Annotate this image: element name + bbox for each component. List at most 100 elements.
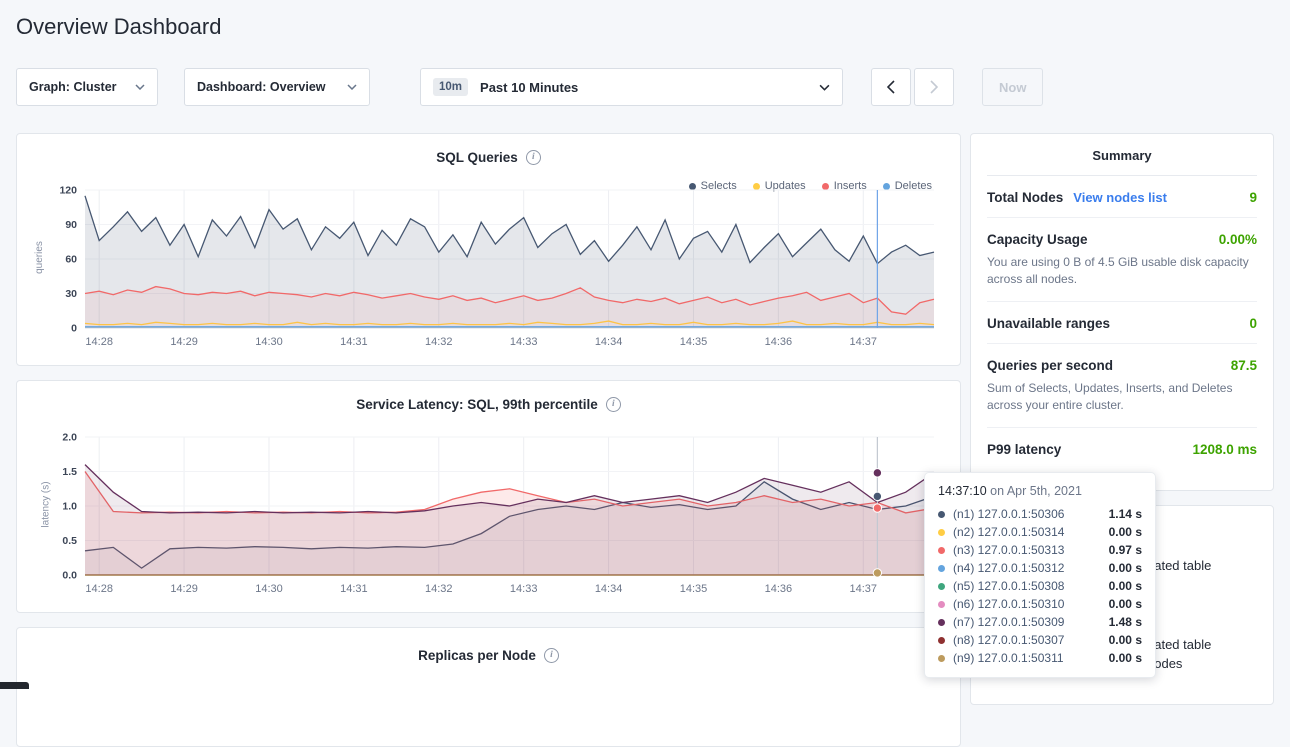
node-color-dot-icon (938, 583, 945, 590)
capacity-usage-label: Capacity Usage (987, 232, 1088, 247)
tooltip-node-label: (n2) 127.0.0.1:50314 (953, 525, 1064, 539)
info-icon[interactable]: i (526, 150, 541, 165)
svg-text:14:33: 14:33 (510, 583, 538, 595)
tooltip-node-value: 1.48 s (1109, 615, 1142, 629)
tooltip-node-label: (n9) 127.0.0.1:50311 (953, 651, 1064, 665)
node-color-dot-icon (938, 565, 945, 572)
svg-text:14:32: 14:32 (425, 583, 453, 595)
node-color-dot-icon (938, 601, 945, 608)
time-range-badge: 10m (433, 78, 468, 96)
previous-time-button[interactable] (871, 68, 911, 106)
svg-text:14:36: 14:36 (765, 583, 793, 595)
queries-per-second-description: Sum of Selects, Updates, Inserts, and De… (987, 380, 1257, 415)
capacity-usage-value: 0.00% (1219, 232, 1257, 247)
chevron-down-icon (347, 84, 357, 90)
p99-latency-label: P99 latency (987, 442, 1061, 457)
service-latency-title: Service Latency: SQL, 99th percentile (356, 397, 598, 412)
queries-per-second-value: 87.5 (1231, 358, 1257, 373)
chevron-down-icon (135, 84, 145, 90)
time-range-label: Past 10 Minutes (480, 80, 809, 95)
svg-text:1.5: 1.5 (62, 466, 77, 478)
svg-text:30: 30 (65, 288, 77, 300)
tooltip-node-row: (n2) 127.0.0.1:503140.00 s (938, 523, 1142, 541)
info-icon[interactable]: i (544, 648, 559, 663)
svg-text:14:30: 14:30 (255, 583, 283, 595)
svg-text:14:29: 14:29 (170, 583, 198, 595)
tooltip-node-value: 0.00 s (1109, 651, 1142, 665)
svg-text:14:30: 14:30 (255, 336, 283, 348)
tooltip-node-label: (n1) 127.0.0.1:50306 (953, 507, 1064, 521)
info-icon[interactable]: i (606, 397, 621, 412)
tooltip-node-label: (n6) 127.0.0.1:50310 (953, 597, 1064, 611)
tooltip-node-label: (n8) 127.0.0.1:50307 (953, 633, 1064, 647)
tooltip-node-row: (n9) 127.0.0.1:50311 0.00 s (938, 649, 1142, 667)
tooltip-node-value: 0.97 s (1109, 543, 1142, 557)
svg-text:14:34: 14:34 (595, 583, 623, 595)
svg-text:0: 0 (71, 323, 77, 335)
svg-text:2.0: 2.0 (62, 432, 77, 444)
graph-cluster-dropdown[interactable]: Graph: Cluster (16, 68, 158, 106)
unavailable-ranges-label: Unavailable ranges (987, 316, 1110, 331)
svg-text:1.0: 1.0 (62, 501, 77, 513)
view-nodes-list-link[interactable]: View nodes list (1073, 190, 1167, 205)
tooltip-node-row: (n1) 127.0.0.1:50306 1.14 s (938, 505, 1142, 523)
summary-title: Summary (987, 134, 1257, 176)
p99-latency-value: 1208.0 ms (1192, 442, 1257, 457)
next-time-button[interactable] (914, 68, 954, 106)
page-title: Overview Dashboard (16, 14, 221, 40)
time-step-buttons (871, 68, 954, 106)
graph-dropdown-label: Graph: Cluster (29, 80, 117, 94)
replicas-per-node-title: Replicas per Node (418, 648, 536, 663)
chevron-down-icon (819, 84, 830, 91)
svg-text:14:34: 14:34 (595, 336, 623, 348)
svg-text:0.5: 0.5 (62, 535, 77, 547)
node-color-dot-icon (938, 529, 945, 536)
time-range-dropdown[interactable]: 10m Past 10 Minutes (420, 68, 843, 106)
node-color-dot-icon (938, 619, 945, 626)
svg-text:14:37: 14:37 (850, 583, 878, 595)
node-color-dot-icon (938, 511, 945, 518)
node-color-dot-icon (938, 637, 945, 644)
sql-queries-chart[interactable]: 14:2814:2914:3014:3114:3214:3314:3414:35… (27, 182, 952, 354)
tooltip-node-row: (n4) 127.0.0.1:50312 0.00 s (938, 559, 1142, 577)
tooltip-node-label: (n3) 127.0.0.1:50313 (953, 543, 1064, 557)
summary-panel: Summary Total Nodes View nodes list 9 Ca… (970, 133, 1274, 491)
tooltip-node-value: 0.00 s (1109, 561, 1142, 575)
tooltip-node-label: (n7) 127.0.0.1:50309 (953, 615, 1064, 629)
tooltip-node-value: 0.00 s (1109, 597, 1142, 611)
svg-text:14:31: 14:31 (340, 583, 368, 595)
total-nodes-label: Total Nodes (987, 190, 1063, 205)
summary-row-unavailable-ranges: Unavailable ranges 0 (987, 302, 1257, 344)
svg-text:14:29: 14:29 (170, 336, 198, 348)
summary-row-p99: P99 latency 1208.0 ms (987, 428, 1257, 469)
chart-hover-tooltip: 14:37:10 on Apr 5th, 2021 (n1) 127.0.0.1… (924, 472, 1156, 678)
svg-text:120: 120 (59, 185, 77, 197)
summary-row-total-nodes: Total Nodes View nodes list 9 (987, 176, 1257, 218)
tooltip-node-row: (n6) 127.0.0.1:50310 0.00 s (938, 595, 1142, 613)
tooltip-timestamp: 14:37:10 on Apr 5th, 2021 (938, 484, 1142, 498)
screen-edge-artifact (0, 682, 29, 689)
svg-text:14:36: 14:36 (765, 336, 793, 348)
node-color-dot-icon (938, 547, 945, 554)
sql-queries-panel: SQL Queries i SelectsUpdatesInsertsDelet… (16, 133, 961, 366)
tooltip-node-label: (n4) 127.0.0.1:50312 (953, 561, 1064, 575)
dashboard-type-dropdown[interactable]: Dashboard: Overview (184, 68, 370, 106)
overview-dashboard-page: Overview Dashboard Graph: Cluster Dashbo… (0, 0, 1290, 689)
svg-text:14:33: 14:33 (510, 336, 538, 348)
svg-text:0.0: 0.0 (62, 570, 77, 582)
capacity-usage-description: You are using 0 B of 4.5 GiB usable disk… (987, 254, 1257, 289)
svg-text:14:35: 14:35 (680, 583, 708, 595)
summary-row-capacity: Capacity Usage 0.00% You are using 0 B o… (987, 218, 1257, 302)
tooltip-node-row: (n7) 127.0.0.1:50309 1.48 s (938, 613, 1142, 631)
now-button[interactable]: Now (982, 68, 1043, 106)
service-latency-chart[interactable]: 14:2814:2914:3014:3114:3214:3314:3414:35… (27, 429, 952, 601)
svg-text:14:35: 14:35 (680, 336, 708, 348)
svg-text:90: 90 (65, 219, 77, 231)
tooltip-node-value: 0.00 s (1109, 633, 1142, 647)
tooltip-node-value: 1.14 s (1109, 507, 1142, 521)
tooltip-node-row: (n5) 127.0.0.1:503080.00 s (938, 577, 1142, 595)
replicas-per-node-panel: Replicas per Node i (16, 627, 961, 747)
svg-text:60: 60 (65, 254, 77, 266)
tooltip-node-row: (n3) 127.0.0.1:50313 0.97 s (938, 541, 1142, 559)
unavailable-ranges-value: 0 (1249, 316, 1257, 331)
